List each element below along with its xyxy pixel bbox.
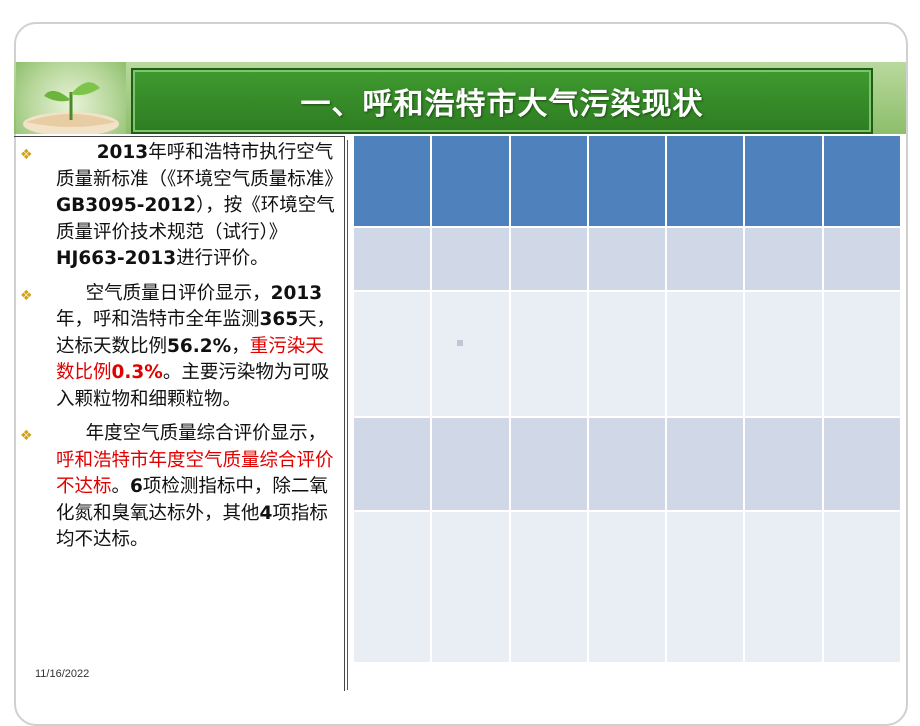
table-cell — [508, 416, 589, 512]
bullet-text-run: 2013 — [270, 282, 323, 304]
table-cell — [821, 510, 903, 664]
bullet-text-run: 。 — [111, 476, 131, 497]
bullet-item: ❖ 年度空气质量综合评价显示，呼和浩特市年度空气质量综合评价不达标。6项检测指标中… — [20, 421, 338, 554]
table-cell — [821, 290, 903, 418]
table-cell — [586, 416, 668, 512]
page-title: 一、呼和浩特市大气污染现状 — [300, 87, 704, 122]
bullet-item: ❖ 空气质量日评价显示，2013年，呼和浩特市全年监测365天，达标天数比例56.… — [20, 281, 338, 414]
table-row — [351, 290, 903, 418]
table-cell — [430, 510, 511, 664]
bullet-text-run: 进行评价。 — [176, 248, 269, 269]
table-cell — [586, 226, 668, 292]
table-header-cell — [351, 134, 433, 228]
bullet-text-run: 365 — [259, 309, 299, 330]
bullet-text: 2013年呼和浩特市执行空气质量新标准（《环境空气质量标准》GB3095-201… — [56, 140, 343, 273]
data-table — [351, 134, 903, 664]
bullet-text-run: 0.3% — [111, 362, 163, 383]
bullet-text: 空气质量日评价显示，2013年，呼和浩特市全年监测365天，达标天数比例56.2… — [56, 281, 338, 414]
table-row — [351, 226, 903, 292]
bullet-list: ❖ 2013年呼和浩特市执行空气质量新标准（《环境空气质量标准》GB3095-20… — [20, 140, 343, 562]
table-cell — [430, 416, 511, 512]
table-header-cell — [508, 134, 589, 228]
table-row — [351, 510, 903, 664]
slide-date: 11/16/2022 — [35, 668, 90, 680]
bullet-text-run: 4 — [259, 502, 273, 524]
diamond-bullet-icon: ❖ — [20, 428, 33, 444]
table-cell — [586, 510, 668, 664]
table-header-cell — [665, 134, 746, 228]
title-banner: 一、呼和浩特市大气污染现状 — [131, 68, 873, 134]
placeholder-dot — [457, 340, 463, 346]
table-cell — [665, 510, 746, 664]
table-cell — [351, 290, 433, 418]
bullet-text-run: 空气质量日评价显示， — [85, 282, 271, 304]
table-cell — [351, 510, 433, 664]
table-cell — [508, 226, 589, 292]
bullet-text-run: GB3095-2012 — [56, 195, 196, 216]
table-header-cell — [586, 134, 668, 228]
bullet-text-run: ， — [231, 335, 250, 357]
table-header-cell — [743, 134, 824, 228]
diamond-bullet-icon: ❖ — [20, 147, 33, 163]
table-cell — [821, 416, 903, 512]
table-header-cell — [821, 134, 903, 228]
table-cell — [665, 290, 746, 418]
table-cell — [665, 416, 746, 512]
table-header-cell — [430, 134, 511, 228]
bullet-text: 年度空气质量综合评价显示，呼和浩特市年度空气质量综合评价不达标。6项检测指标中，… — [56, 421, 338, 554]
table-cell — [743, 290, 824, 418]
table-cell — [586, 290, 668, 418]
bullet-text-run: HJ663-2013 — [56, 248, 177, 269]
table-cell — [430, 226, 511, 292]
table-cell — [351, 416, 433, 512]
seedling-logo — [16, 62, 126, 134]
table-cell — [508, 510, 589, 664]
bullet-text-run: 2013 — [96, 142, 149, 163]
table-cell — [821, 226, 903, 292]
table-cell — [665, 226, 746, 292]
bullet-text-run: 6 — [130, 476, 143, 497]
panel-divider — [347, 140, 348, 690]
bullet-text-run: 年，呼和浩特市全年监测 — [56, 309, 260, 330]
table-cell — [508, 290, 589, 418]
table-cell — [743, 416, 824, 512]
table-header-row — [351, 134, 903, 228]
table-cell — [430, 290, 511, 418]
bullet-text-run: 56.2% — [167, 335, 232, 357]
table-cell — [743, 226, 824, 292]
table-cell — [351, 226, 433, 292]
table-cell — [743, 510, 824, 664]
bullet-text-run: 年度空气质量综合评价显示， — [85, 423, 327, 444]
table-row — [351, 416, 903, 512]
diamond-bullet-icon: ❖ — [20, 287, 33, 304]
bullet-item: ❖ 2013年呼和浩特市执行空气质量新标准（《环境空气质量标准》GB3095-20… — [20, 140, 343, 273]
